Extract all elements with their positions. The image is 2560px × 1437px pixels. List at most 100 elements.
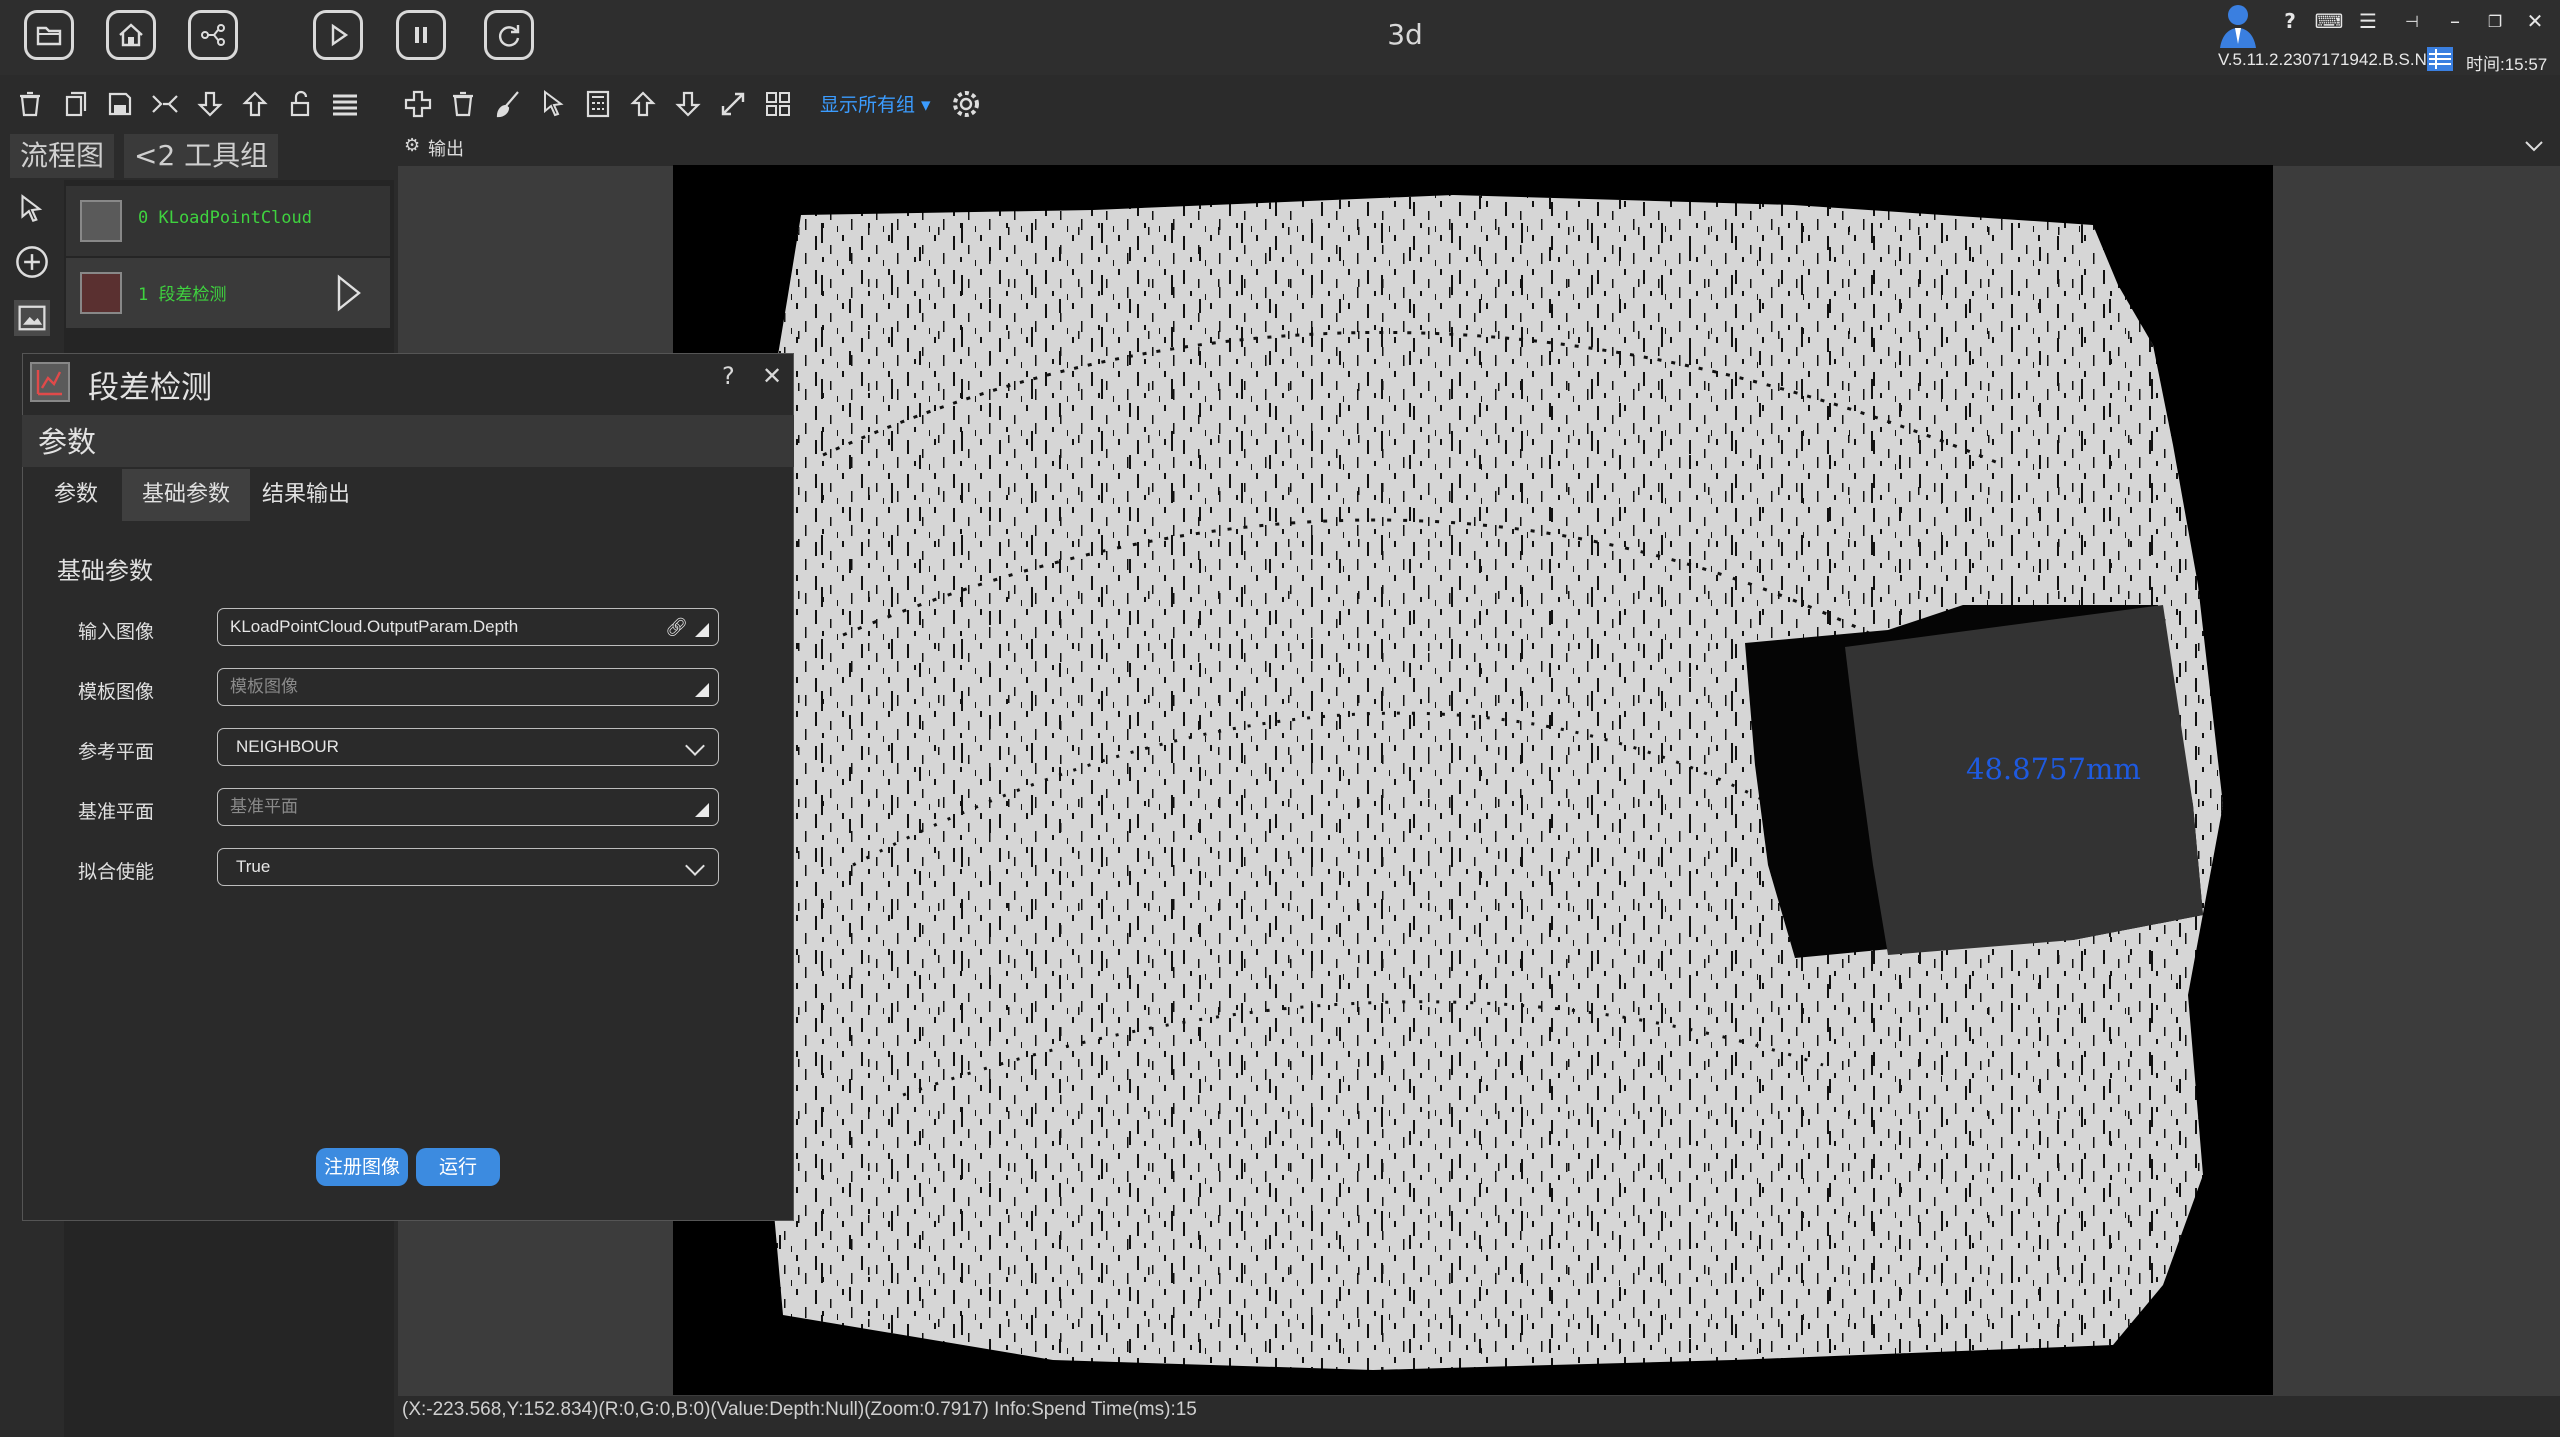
param-label: 参考平面 (78, 741, 155, 763)
delete-all-button[interactable] (12, 86, 48, 122)
input-image-field[interactable]: KLoadPointCloud.OutputParam.Depth 🔗︎ (217, 608, 719, 646)
user-avatar[interactable] (2216, 0, 2260, 50)
save-button[interactable] (102, 86, 138, 122)
pin-button[interactable]: ⊣ (2397, 6, 2427, 36)
image-icon (18, 305, 46, 331)
expand-button[interactable] (715, 86, 751, 122)
up-button[interactable] (625, 86, 661, 122)
flow-button[interactable] (188, 10, 238, 60)
settings-button[interactable] (948, 86, 984, 122)
version-label: V.5.11.2.2307171942.B.S.N (2218, 50, 2427, 69)
split-button[interactable] (147, 86, 183, 122)
toolbar (0, 78, 2560, 130)
add-button[interactable] (400, 86, 436, 122)
play-icon[interactable] (334, 274, 364, 312)
calculator-button[interactable] (580, 86, 616, 122)
template-image-field[interactable]: 模板图像 (217, 668, 719, 706)
open-folder-button[interactable] (24, 10, 74, 60)
flow-node-label: 0 KLoadPointCloud (138, 208, 312, 228)
unlock-icon (290, 90, 310, 117)
grid-icon (766, 92, 790, 116)
copy-icon (65, 91, 87, 117)
add-circle-icon (16, 246, 48, 278)
output-header (398, 130, 2560, 166)
trash-icon (453, 91, 473, 117)
menu-button[interactable]: ☰ (2353, 6, 2383, 36)
flow-node-step-detect[interactable]: 1 段差检测 (66, 258, 390, 328)
flow-icon (201, 24, 225, 46)
pointer-tool-button[interactable] (14, 192, 48, 230)
dialog-close-button[interactable]: ✕ (762, 362, 782, 390)
collapse-button[interactable] (2520, 132, 2548, 160)
output-title: 输出 (428, 139, 464, 160)
base-plane-field[interactable]: 基准平面 (217, 788, 719, 826)
minimize-button[interactable]: – (2440, 6, 2470, 36)
status-text: (X:-223.568,Y:152.834)(R:0,G:0,B:0)(Valu… (402, 1399, 1197, 1420)
list-button[interactable] (327, 86, 363, 122)
register-image-button[interactable]: 注册图像 (316, 1148, 408, 1186)
calculator-icon (586, 90, 610, 118)
show-groups-dropdown[interactable]: 显示所有组 ▾ (820, 90, 931, 117)
pause-icon (415, 27, 427, 43)
unlock-button[interactable] (282, 86, 318, 122)
home-icon (119, 23, 143, 47)
keyboard-button[interactable]: ⌨ (2314, 6, 2344, 36)
user-icon (2220, 5, 2256, 48)
help-button[interactable]: ? (2275, 6, 2305, 36)
play-icon (331, 23, 349, 47)
save-icon (108, 92, 132, 116)
loop-run-button[interactable] (484, 10, 534, 60)
field-placeholder: 模板图像 (230, 677, 298, 696)
copy-button[interactable] (57, 86, 93, 122)
reference-plane-select[interactable]: NEIGHBOUR (217, 728, 719, 766)
grid-layout-button[interactable] (760, 86, 796, 122)
caret-down-icon: ▾ (915, 94, 931, 116)
run-button[interactable]: 运行 (416, 1148, 500, 1186)
folder-icon (36, 26, 62, 46)
resize-corner-icon (695, 683, 709, 697)
close-window-button[interactable]: ✕ (2520, 6, 2550, 36)
resize-corner-icon (695, 623, 709, 637)
home-button[interactable] (106, 10, 156, 60)
tab-params[interactable]: 参数 (34, 469, 118, 521)
refresh-icon (498, 25, 520, 47)
title-bar (0, 0, 2560, 75)
section-label: 参数 (38, 425, 97, 459)
param-label: 输入图像 (78, 621, 155, 643)
arrow-up-icon (630, 91, 656, 117)
image-tool-button[interactable] (14, 300, 50, 336)
link-icon[interactable]: 🔗︎ (665, 609, 688, 645)
flow-node-load-pointcloud[interactable]: 0 KLoadPointCloud (66, 186, 390, 256)
fit-enable-select[interactable]: True (217, 848, 719, 886)
show-groups-label: 显示所有组 (820, 94, 916, 116)
clear-button[interactable] (490, 86, 526, 122)
select-value: NEIGHBOUR (236, 737, 339, 756)
move-up-button[interactable] (237, 86, 273, 122)
pause-button[interactable] (396, 10, 446, 60)
restore-button[interactable]: ❐ (2480, 6, 2510, 36)
run-once-button[interactable] (313, 10, 363, 60)
tab-result-output[interactable]: 结果输出 (242, 469, 370, 521)
minimize-icon: – (2450, 9, 2460, 33)
param-label: 拟合使能 (78, 861, 155, 883)
tab-flowchart[interactable]: 流程图 (10, 134, 115, 178)
expand-icon (721, 92, 745, 116)
pin-icon: ⊣ (2405, 11, 2419, 31)
dialog-help-button[interactable]: ? (722, 362, 735, 390)
arrow-up-icon (242, 91, 268, 117)
measurement-label: 48.8757mm (1966, 752, 2141, 786)
add-tool-button[interactable] (14, 244, 50, 284)
menu-icon: ☰ (2359, 9, 2377, 33)
move-down-button[interactable] (192, 86, 228, 122)
grid-icon[interactable] (2427, 47, 2453, 71)
split-icon (152, 95, 178, 113)
select-button[interactable] (535, 86, 571, 122)
node-icon (80, 200, 122, 242)
delete-button[interactable] (445, 86, 481, 122)
group-title: 基础参数 (57, 557, 153, 585)
tab-toolgroup[interactable]: <2 工具组 (124, 134, 279, 178)
plus-icon (404, 90, 432, 118)
chevron-down-icon (685, 856, 705, 876)
down-button[interactable] (670, 86, 706, 122)
tab-basic-params[interactable]: 基础参数 (122, 469, 251, 521)
